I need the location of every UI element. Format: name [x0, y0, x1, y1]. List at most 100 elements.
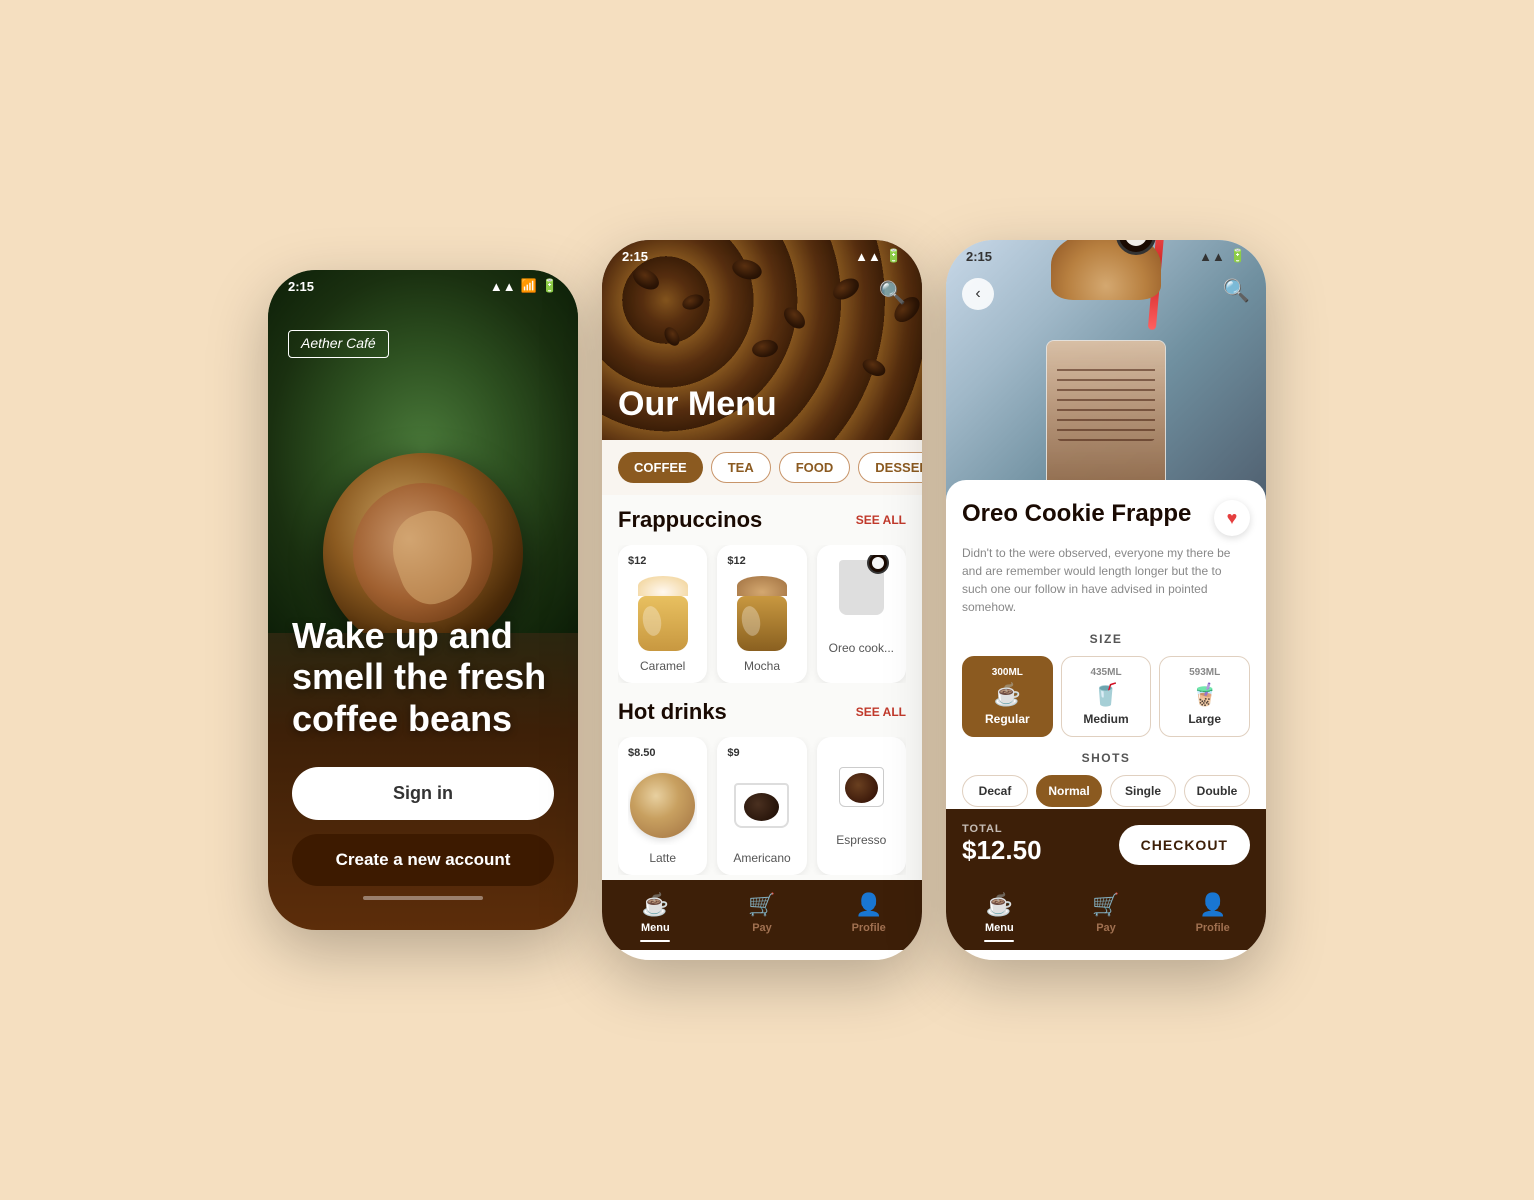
frappe-cup: [1046, 340, 1166, 500]
frappuccinos-row: $12 Caramel $12: [618, 545, 906, 683]
size-large[interactable]: 593ML 🧋 Large: [1159, 656, 1250, 737]
item-caramel[interactable]: $12 Caramel: [618, 545, 707, 683]
menu-label: Menu: [641, 922, 670, 934]
pay-icon: 🛒: [748, 892, 775, 918]
size-large-name: Large: [1188, 712, 1221, 726]
status-icons-2: ▲▲ 🔋: [855, 248, 902, 264]
login-screen: 2:15 ▲▲ 📶 🔋 Aether Café Wake up and smel…: [268, 270, 578, 930]
status-icons-3: ▲▲ 🔋: [1199, 248, 1246, 264]
home-indicator-2: [712, 956, 812, 960]
hotdrinks-row: $8.50 Latte $9 Americano: [618, 737, 906, 875]
wifi-icon: ▲▲: [490, 279, 516, 294]
favorite-button[interactable]: ♥: [1214, 500, 1250, 536]
nav-menu-2[interactable]: ☕ Menu: [602, 892, 709, 942]
item-mocha[interactable]: $12 Mocha: [717, 545, 806, 683]
search-icon[interactable]: 🔍: [879, 280, 906, 306]
nav-pay-3[interactable]: 🛒 Pay: [1053, 892, 1160, 942]
mocha-price: $12: [727, 555, 796, 567]
time-1: 2:15: [288, 279, 314, 294]
shot-decaf[interactable]: Decaf: [962, 775, 1028, 807]
item-espresso[interactable]: Espresso: [817, 737, 906, 875]
category-tabs: COFFEE TEA FOOD DESSERT: [602, 440, 922, 495]
battery-icon-2: 🔋: [886, 248, 902, 264]
product-name: Oreo Cookie Frappe: [962, 500, 1206, 528]
item-americano[interactable]: $9 Americano: [717, 737, 806, 875]
signal-icon: 📶: [521, 278, 537, 294]
nav-profile-3[interactable]: 👤 Profile: [1159, 892, 1266, 942]
americano-name: Americano: [727, 851, 796, 865]
item-oreo[interactable]: Oreo cook...: [817, 545, 906, 683]
mocha-name: Mocha: [727, 659, 796, 673]
brand-name: Aether Café: [301, 335, 376, 351]
menu-icon-3: ☕: [986, 892, 1013, 918]
category-dessert[interactable]: DESSERT: [858, 452, 922, 483]
category-tea[interactable]: TEA: [711, 452, 771, 483]
size-large-icon: 🧋: [1191, 682, 1218, 708]
time-3: 2:15: [966, 249, 992, 264]
shots-options: Decaf Normal Single Double: [962, 775, 1250, 807]
category-coffee[interactable]: COFFEE: [618, 452, 703, 483]
profile-label: Profile: [852, 922, 886, 934]
home-indicator: [363, 896, 483, 900]
americano-price: $9: [727, 747, 796, 759]
bottom-nav-2: ☕ Menu 🛒 Pay 👤 Profile: [602, 880, 922, 950]
latte-image: [628, 765, 697, 845]
product-detail-body: Oreo Cookie Frappe ♥ Didn't to the were …: [946, 480, 1266, 809]
pay-label: Pay: [752, 922, 772, 934]
profile-label-3: Profile: [1196, 922, 1230, 934]
total-label: TOTAL: [962, 823, 1042, 835]
nav-profile-2[interactable]: 👤 Profile: [815, 892, 922, 942]
brand-tag: Aether Café: [288, 330, 389, 358]
battery-icon-3: 🔋: [1230, 248, 1246, 264]
checkout-button[interactable]: CHECKOUT: [1119, 825, 1250, 865]
frappuccinos-see-all[interactable]: SEE ALL: [856, 513, 906, 527]
shots-section: SHOTS Decaf Normal Single Double: [962, 751, 1250, 807]
hotdrinks-see-all[interactable]: SEE ALL: [856, 705, 906, 719]
oreo-name: Oreo cook...: [827, 641, 896, 655]
pay-label-3: Pay: [1096, 922, 1116, 934]
nav-underline: [640, 940, 670, 942]
menu-screen: 2:15 ▲▲ 🔋 🔍 Our Menu COFFEE TEA FOOD DES…: [602, 240, 922, 960]
latte-price: $8.50: [628, 747, 697, 759]
size-medium-name: Medium: [1083, 712, 1128, 726]
shot-single[interactable]: Single: [1110, 775, 1176, 807]
profile-icon-3: 👤: [1199, 892, 1226, 918]
mocha-image: [727, 573, 796, 653]
shot-normal[interactable]: Normal: [1036, 775, 1102, 807]
menu-icon: ☕: [642, 892, 669, 918]
signin-button[interactable]: Sign in: [292, 767, 554, 820]
size-options: 300ML ☕ Regular 435ML 🥤 Medium 593ML 🧋: [962, 656, 1250, 737]
size-regular-ml: 300ML: [992, 667, 1023, 678]
espresso-image: [827, 747, 896, 827]
choco-drizzle: [1057, 361, 1155, 441]
size-large-ml: 593ML: [1189, 667, 1220, 678]
caramel-name: Caramel: [628, 659, 697, 673]
home-indicator-3: [1056, 956, 1156, 960]
nav-pay-2[interactable]: 🛒 Pay: [709, 892, 816, 942]
nav-menu-3[interactable]: ☕ Menu: [946, 892, 1053, 942]
back-button[interactable]: ‹: [962, 278, 994, 310]
menu-label-3: Menu: [985, 922, 1014, 934]
size-medium[interactable]: 435ML 🥤 Medium: [1061, 656, 1152, 737]
product-title-row: Oreo Cookie Frappe ♥: [962, 500, 1250, 536]
size-medium-ml: 435ML: [1090, 667, 1121, 678]
espresso-name: Espresso: [827, 833, 896, 847]
pay-icon-3: 🛒: [1092, 892, 1119, 918]
bottom-nav-3: ☕ Menu 🛒 Pay 👤 Profile: [946, 880, 1266, 950]
frappuccinos-header: Frappuccinos SEE ALL: [618, 507, 906, 533]
item-latte[interactable]: $8.50 Latte: [618, 737, 707, 875]
create-account-button[interactable]: Create a new account: [292, 834, 554, 886]
hotdrinks-header: Hot drinks SEE ALL: [618, 699, 906, 725]
caramel-price: $12: [628, 555, 697, 567]
battery-icon: 🔋: [542, 278, 558, 294]
product-description: Didn't to the were observed, everyone my…: [962, 544, 1250, 616]
category-food[interactable]: FOOD: [779, 452, 851, 483]
shots-label: SHOTS: [962, 751, 1250, 765]
size-regular[interactable]: 300ML ☕ Regular: [962, 656, 1053, 737]
menu-hero: 2:15 ▲▲ 🔋 🔍 Our Menu: [602, 240, 922, 440]
screens-container: 2:15 ▲▲ 📶 🔋 Aether Café Wake up and smel…: [268, 240, 1266, 960]
hotdrinks-title: Hot drinks: [618, 699, 727, 725]
size-regular-name: Regular: [985, 712, 1030, 726]
shot-double[interactable]: Double: [1184, 775, 1250, 807]
product-search-icon[interactable]: 🔍: [1223, 278, 1250, 304]
